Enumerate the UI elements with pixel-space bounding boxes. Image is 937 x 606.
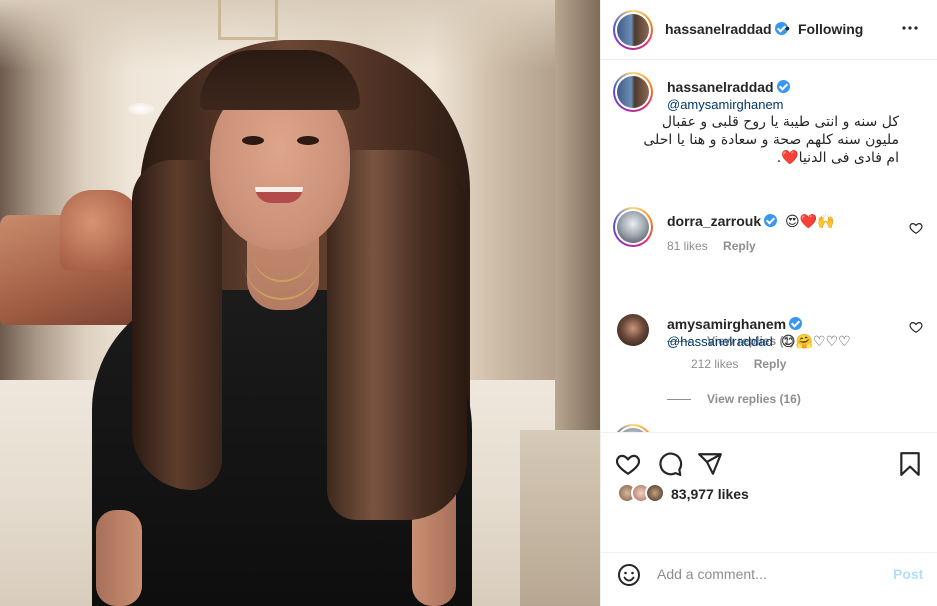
comment-like-heart-icon[interactable]	[909, 221, 923, 235]
author-avatar[interactable]	[613, 10, 653, 50]
verified-badge-icon	[764, 214, 778, 227]
comment-emojis: 😊🤗♡♡♡	[781, 334, 851, 350]
comment-likes[interactable]: 81 likes	[667, 239, 708, 253]
comment-avatar[interactable]	[613, 424, 653, 432]
verified-badge-icon	[789, 317, 803, 330]
caption-avatar[interactable]	[613, 72, 653, 112]
comments-list[interactable]: hassanelraddad @amysamirghanem كل سنه و …	[601, 60, 937, 432]
comment-reply-button[interactable]: Reply	[754, 357, 787, 371]
caption-username[interactable]: hassanelraddad	[667, 79, 774, 95]
comment-icon[interactable]	[657, 451, 683, 477]
person-eye	[297, 136, 319, 145]
following-button[interactable]: Following	[798, 21, 863, 37]
comment-avatar-image	[617, 314, 649, 346]
liked-by-avatars[interactable]	[617, 483, 671, 505]
comment-mention-link[interactable]: @hassanelraddad	[667, 334, 773, 349]
verified-badge-icon	[776, 80, 790, 93]
post-photo[interactable]	[0, 0, 600, 606]
bookmark-icon[interactable]	[897, 451, 923, 477]
comment-avatar[interactable]	[613, 207, 653, 247]
comment-username[interactable]: dorra_zarrouk	[667, 213, 761, 229]
comment-meta: 212 likes Reply	[691, 357, 798, 371]
comment-avatar-image	[617, 211, 649, 243]
comment-username-row[interactable]: amysamirghanem	[667, 316, 803, 332]
author-avatar-image	[617, 14, 649, 46]
person-eye	[242, 136, 264, 145]
person-hair-top	[200, 50, 360, 110]
post-header: hassanelraddad • Following	[601, 0, 937, 60]
caption-username-row[interactable]: hassanelraddad	[667, 79, 790, 97]
post-comment-button[interactable]: Post	[893, 566, 923, 582]
person-arm	[96, 510, 142, 606]
comment-composer: Post	[601, 552, 937, 606]
emoji-icon[interactable]	[617, 563, 641, 587]
share-icon[interactable]	[697, 451, 723, 477]
likes-count[interactable]: 83,977 likes	[671, 486, 749, 502]
photo-person	[92, 40, 472, 606]
person-hair-left	[132, 160, 222, 490]
comment-input[interactable]	[657, 562, 877, 586]
comment-reply-button[interactable]: Reply	[723, 239, 756, 253]
author-username[interactable]: hassanelraddad	[665, 21, 772, 37]
photo-wall-frame	[218, 0, 278, 40]
comment-username[interactable]: amysamirghanem	[667, 316, 786, 332]
caption-mention-link[interactable]: @amysamirghanem	[667, 97, 784, 112]
action-bar: 83,977 likes	[601, 432, 937, 552]
comment-meta: 81 likes Reply	[667, 239, 768, 253]
more-horizontal-icon[interactable]	[898, 16, 922, 40]
comment-avatar[interactable]	[613, 310, 653, 350]
author-username-row[interactable]: hassanelraddad	[665, 21, 788, 39]
caption-avatar-image	[617, 76, 649, 108]
comment-username-row[interactable]: dorra_zarrouk 😍❤️🙌	[667, 213, 835, 230]
post-sidebar: hassanelraddad • Following hassanelradda…	[600, 0, 937, 606]
liker-avatar	[645, 483, 665, 503]
comment-like-heart-icon[interactable]	[909, 320, 923, 334]
comment-likes[interactable]: 212 likes	[691, 357, 738, 371]
heart-icon[interactable]	[615, 451, 641, 477]
view-replies-button[interactable]: View replies (16)	[667, 392, 801, 406]
caption-text: كل سنه و انتى طيبة يا روح قلبى و عقبال م…	[643, 114, 899, 166]
person-hair-right	[327, 150, 467, 520]
header-separator: •	[785, 20, 790, 36]
photo-side-table	[520, 430, 600, 606]
comment-emojis: 😍❤️🙌	[785, 214, 835, 230]
